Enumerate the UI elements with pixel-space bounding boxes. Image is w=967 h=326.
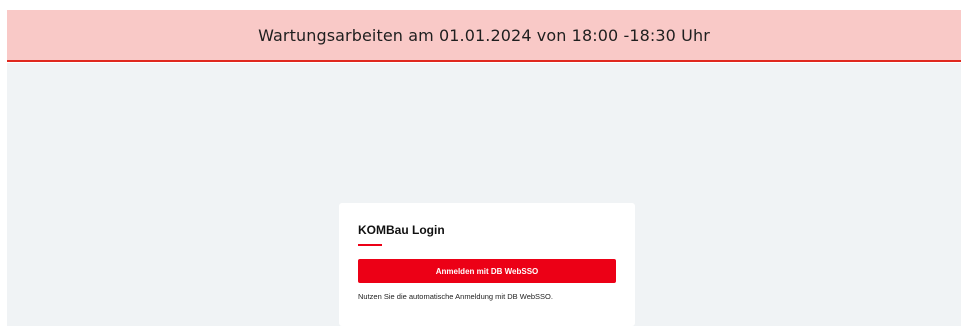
maintenance-banner: Wartungsarbeiten am 01.01.2024 von 18:00…	[7, 10, 961, 62]
login-title: KOMBau Login	[358, 223, 445, 237]
login-hint: Nutzen Sie die automatische Anmeldung mi…	[358, 292, 553, 301]
title-underline	[358, 244, 382, 246]
websso-login-button[interactable]: Anmelden mit DB WebSSO	[358, 259, 616, 283]
login-card: KOMBau Login Anmelden mit DB WebSSO Nutz…	[339, 203, 635, 326]
page: Wartungsarbeiten am 01.01.2024 von 18:00…	[0, 0, 967, 326]
maintenance-banner-text: Wartungsarbeiten am 01.01.2024 von 18:00…	[258, 25, 710, 45]
